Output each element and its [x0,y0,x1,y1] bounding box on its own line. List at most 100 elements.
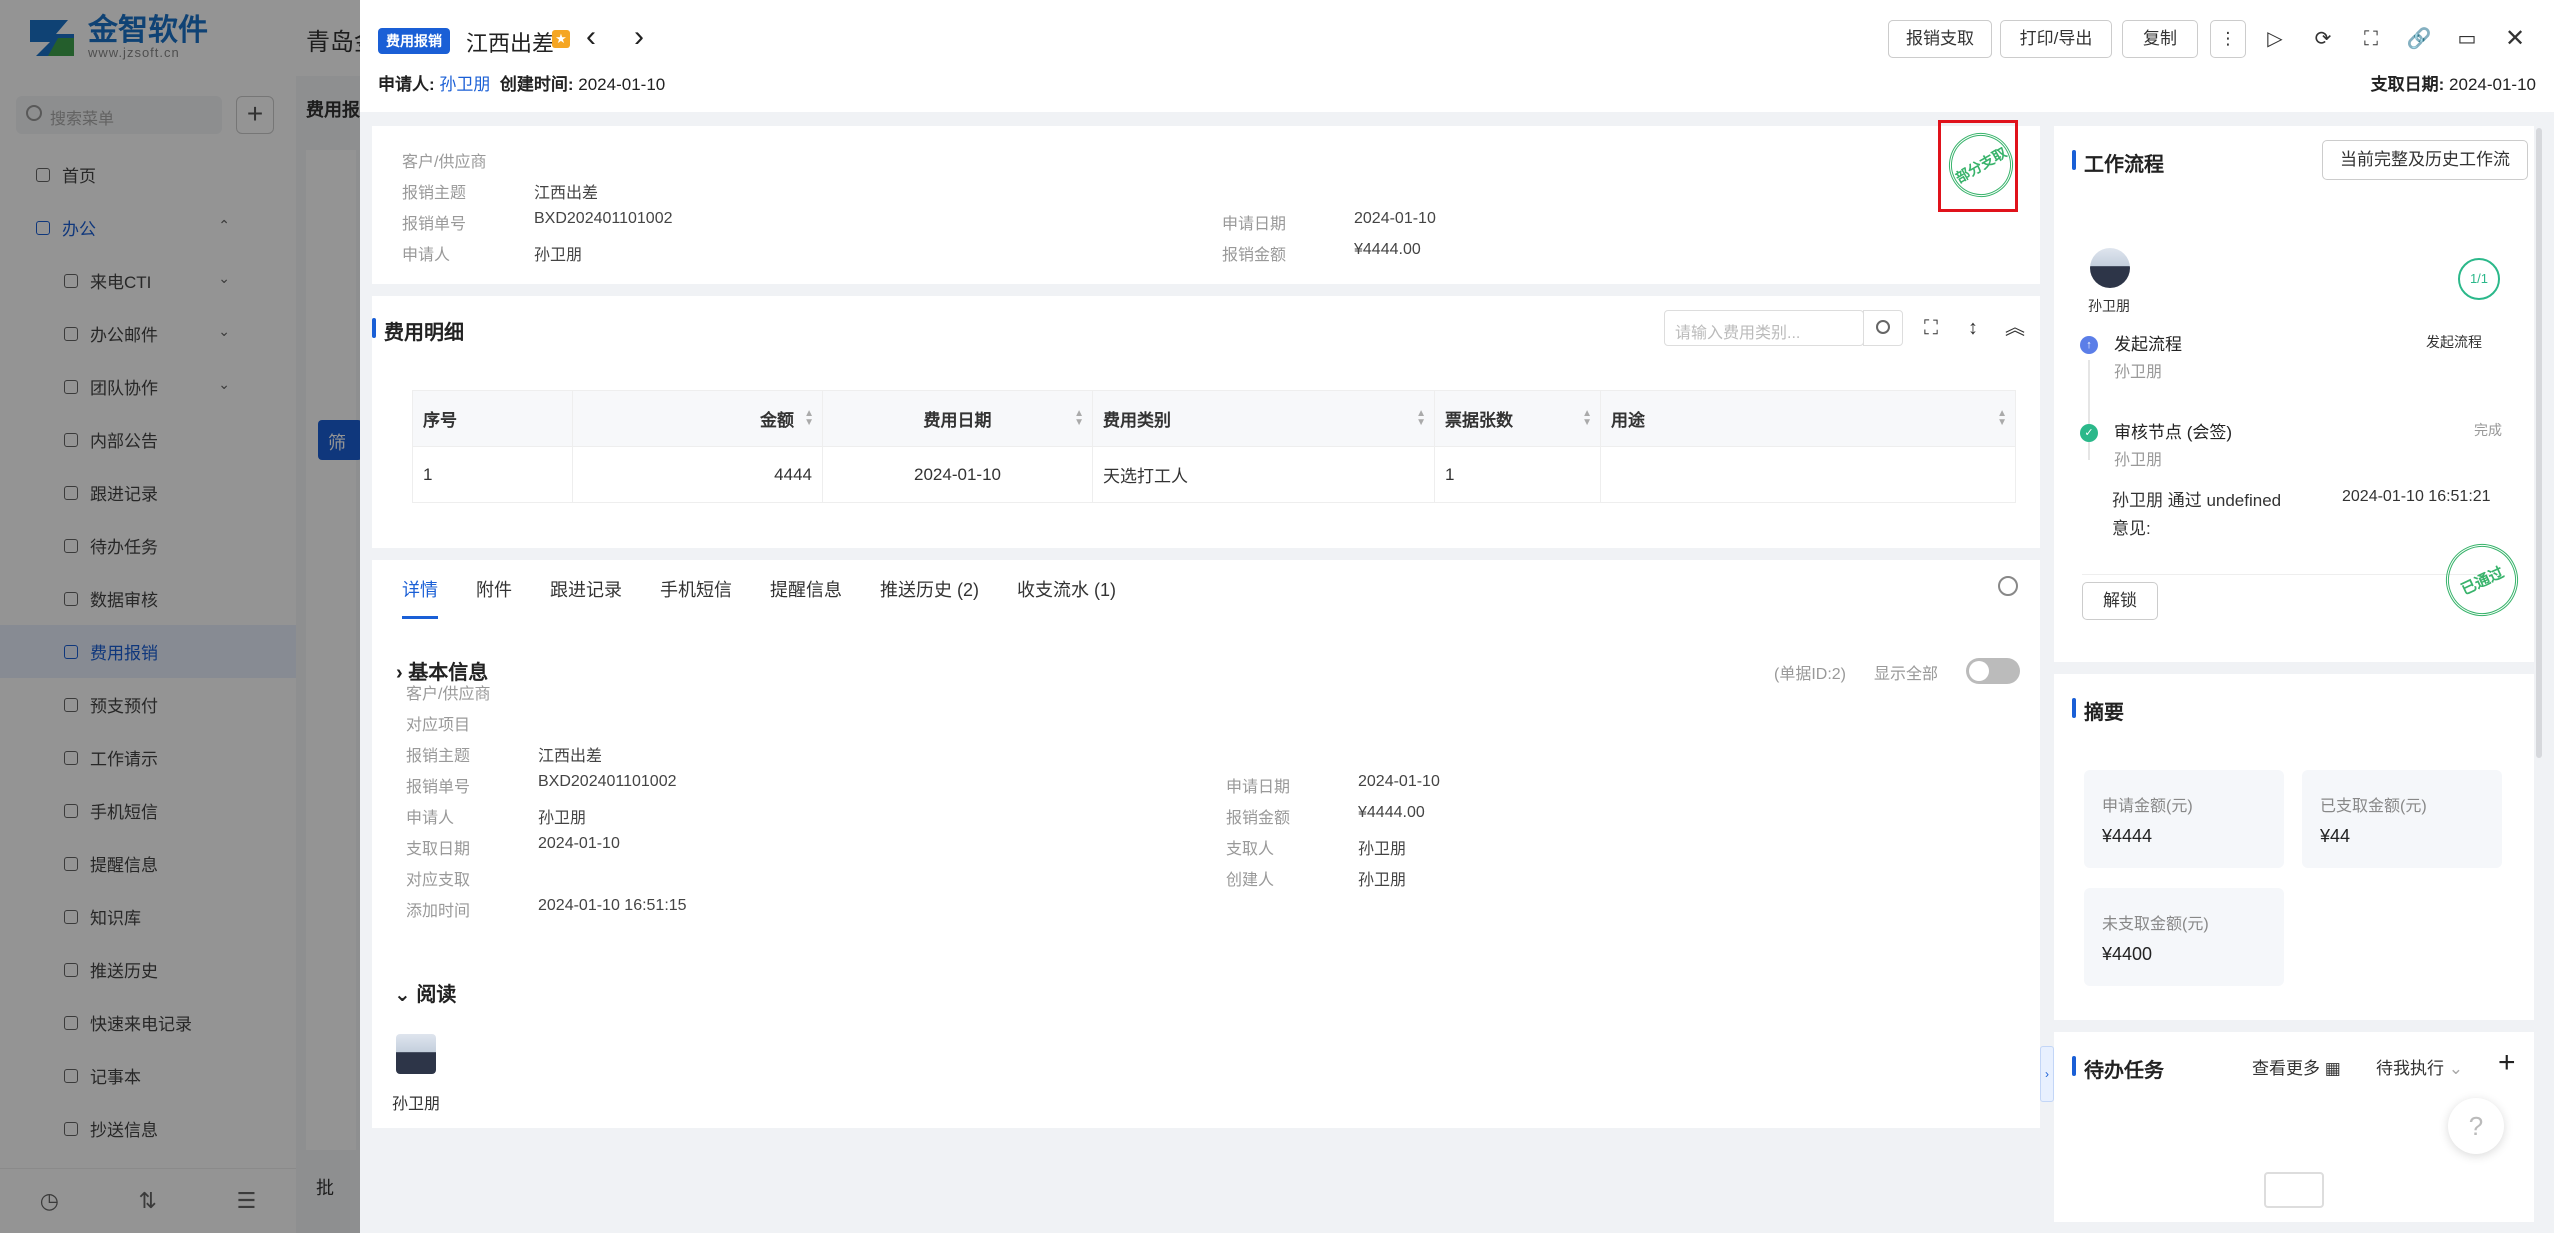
unlock-button[interactable]: 解锁 [2082,582,2158,620]
field-value: 江西出差 [538,748,603,765]
add-todo-button[interactable]: + [2498,1046,2516,1080]
sort-icon[interactable]: ▲ ▼ [804,409,814,428]
calendar-icon: ▦ [2324,1059,2341,1078]
todo-filter-label: 待我执行 [2376,1059,2444,1078]
field-label: 申请人 [406,810,455,827]
tab[interactable]: 收支流水 (1) [1017,576,1116,619]
view-more-label: 查看更多 [2252,1059,2320,1078]
cell-date: 2024-01-10 [822,446,1093,503]
field-label: 报销金额 [1222,247,1287,264]
sort-icon[interactable]: ▲ ▼ [1074,409,1084,428]
todo-title: 待办任务 [2072,1054,2164,1083]
row-height-icon[interactable]: ↕ [1958,310,1988,346]
col-header[interactable]: 费用日期 ▲ ▼ [822,390,1093,447]
field-label: 报销单号 [406,779,471,796]
cell-amount: 4444 [572,446,823,503]
history-workflow-button[interactable]: 当前完整及历史工作流 [2322,140,2528,180]
field-value: 2024-01-10 16:51:15 [538,897,687,914]
field-label: 报销主题 [406,748,471,765]
summary-title: 摘要 [2072,696,2124,725]
field-label: 对应项目 [406,717,471,734]
help-button[interactable]: ? [2448,1098,2504,1154]
tab[interactable]: 附件 [476,576,512,619]
field-label: 支取人 [1226,841,1275,858]
cell-receipts: 1 [1434,446,1601,503]
step-status: 完成 [2474,422,2502,438]
summary-card: 客户/供应商 报销主题 江西出差 报销单号 BXD202401101002 申请… [372,126,2040,284]
summary-label: 已支取金额(元) [2320,798,2427,815]
view-more-link[interactable]: 查看更多 ▦ [2252,1054,2341,1079]
summary-box: 已支取金额(元) ¥44 [2302,770,2502,868]
step-person: 孙卫朋 [2114,364,2163,381]
tab[interactable]: 手机短信 [660,576,732,619]
expense-section-title: 费用明细 [372,316,464,345]
summary-box: 未支取金额(元) ¥4400 [2084,888,2284,986]
col-header[interactable]: 用途 ▲ ▼ [1600,390,2016,447]
col-header[interactable]: 票据张数 ▲ ▼ [1434,390,1601,447]
details-card: 详情 附件 跟进记录 手机短信 提醒信息 推送历史 (2) 收支流水 (1) › 基本信息 … [372,560,2040,1128]
summary-value: ¥4444 [2102,826,2153,846]
field-label: 报销主题 [402,185,467,202]
reader-name: 孙卫朋 [392,1096,441,1113]
opinion-label: 意见: [2112,519,2151,538]
show-all-toggle[interactable] [1966,658,2020,684]
field-value: 孙卫朋 [534,247,583,264]
col-header[interactable]: 序号 [412,390,573,447]
col-header-label: 费用类别 [1103,411,1171,430]
timeline-line [2088,360,2090,460]
sort-icon[interactable]: ▲ ▼ [1582,409,1592,428]
todo-filter-select[interactable]: 待我执行 ⌄ [2376,1054,2463,1079]
col-header-label: 用途 [1611,411,1645,430]
field-value: 2024-01-10 [1358,773,1440,790]
drawer-content: 客户/供应商 报销主题 江西出差 报销单号 BXD202401101002 申请… [360,0,2554,1233]
doc-id: (单据ID:2) [1774,666,1847,683]
read-toggle[interactable]: ⌄ 阅读 [394,978,456,1007]
approval-comment: 孙卫朋 通过 undefined [2112,491,2282,510]
cell-category: 天选打工人 [1092,446,1435,503]
scrollbar[interactable] [2536,128,2542,758]
approve-step-icon: ✓ [2080,424,2098,442]
summary-value: ¥44 [2320,826,2351,846]
field-value: ¥4444.00 [1354,241,1421,258]
expense-table: 序号 金额 ▲ ▼ 费用日期 ▲ ▼ 费用类别 ▲ ▼ 票据张数 ▲ ▼ 用途 ▲ ▼ 1 4444… [412,390,2016,503]
field-label: 支取日期 [406,841,471,858]
avatar [2090,248,2130,288]
tab[interactable]: 推送历史 (2) [880,576,979,619]
expense-search-button[interactable] [1863,310,1903,346]
summary-box: 申请金额(元) ¥4444 [2084,770,2284,868]
field-label: 申请日期 [1226,779,1291,796]
field-label: 客户/供应商 [406,686,491,703]
empty-box-icon [2264,1172,2324,1208]
summary-panel: 摘要 申请金额(元) ¥4444 已支取金额(元) ¥44 未支取金额(元) ¥… [2054,674,2534,1020]
col-header[interactable]: 金额 ▲ ▼ [572,390,823,447]
step-name: 审核节点 (会签) [2114,423,2233,442]
expand-icon[interactable]: ⛶ [1916,310,1946,346]
workflow-title: 工作流程 [2072,148,2164,177]
approval-time: 2024-01-10 16:51:21 [2342,488,2491,505]
col-header-label: 金额 [760,411,794,430]
side-collapse-handle[interactable]: › [2040,1046,2054,1102]
search-icon [1876,320,1890,334]
field-label: 客户/供应商 [402,154,487,171]
summary-value: ¥4400 [2102,944,2153,964]
stamp-highlight: 部分支取 [1937,120,2025,212]
expense-search-input[interactable]: 请输入费用类别... [1664,310,1864,346]
field-value: 孙卫朋 [1358,841,1407,858]
col-header[interactable]: 费用类别 ▲ ▼ [1092,390,1435,447]
gear-icon[interactable] [1998,576,2018,596]
tab[interactable]: 详情 [402,576,438,619]
chevron-down-icon: ⌄ [394,984,417,1006]
field-label: 报销金额 [1226,810,1291,827]
tab[interactable]: 提醒信息 [770,576,842,619]
tab[interactable]: 跟进记录 [550,576,622,619]
summary-label: 未支取金额(元) [2102,916,2209,933]
collapse-up-icon[interactable]: ︽ [2000,310,2030,346]
sort-icon[interactable]: ▲ ▼ [1416,409,1426,428]
table-row[interactable]: 1 4444 2024-01-10 天选打工人 1 [412,446,2016,503]
table-header-row: 序号 金额 ▲ ▼ 费用日期 ▲ ▼ 费用类别 ▲ ▼ 票据张数 ▲ ▼ 用途 ▲ ▼ [412,390,2016,447]
sort-icon[interactable]: ▲ ▼ [1997,409,2007,428]
field-value: 江西出差 [534,185,599,202]
field-label: 申请人 [402,247,451,264]
step-person: 孙卫朋 [2114,452,2163,469]
read-title: 阅读 [416,984,457,1006]
